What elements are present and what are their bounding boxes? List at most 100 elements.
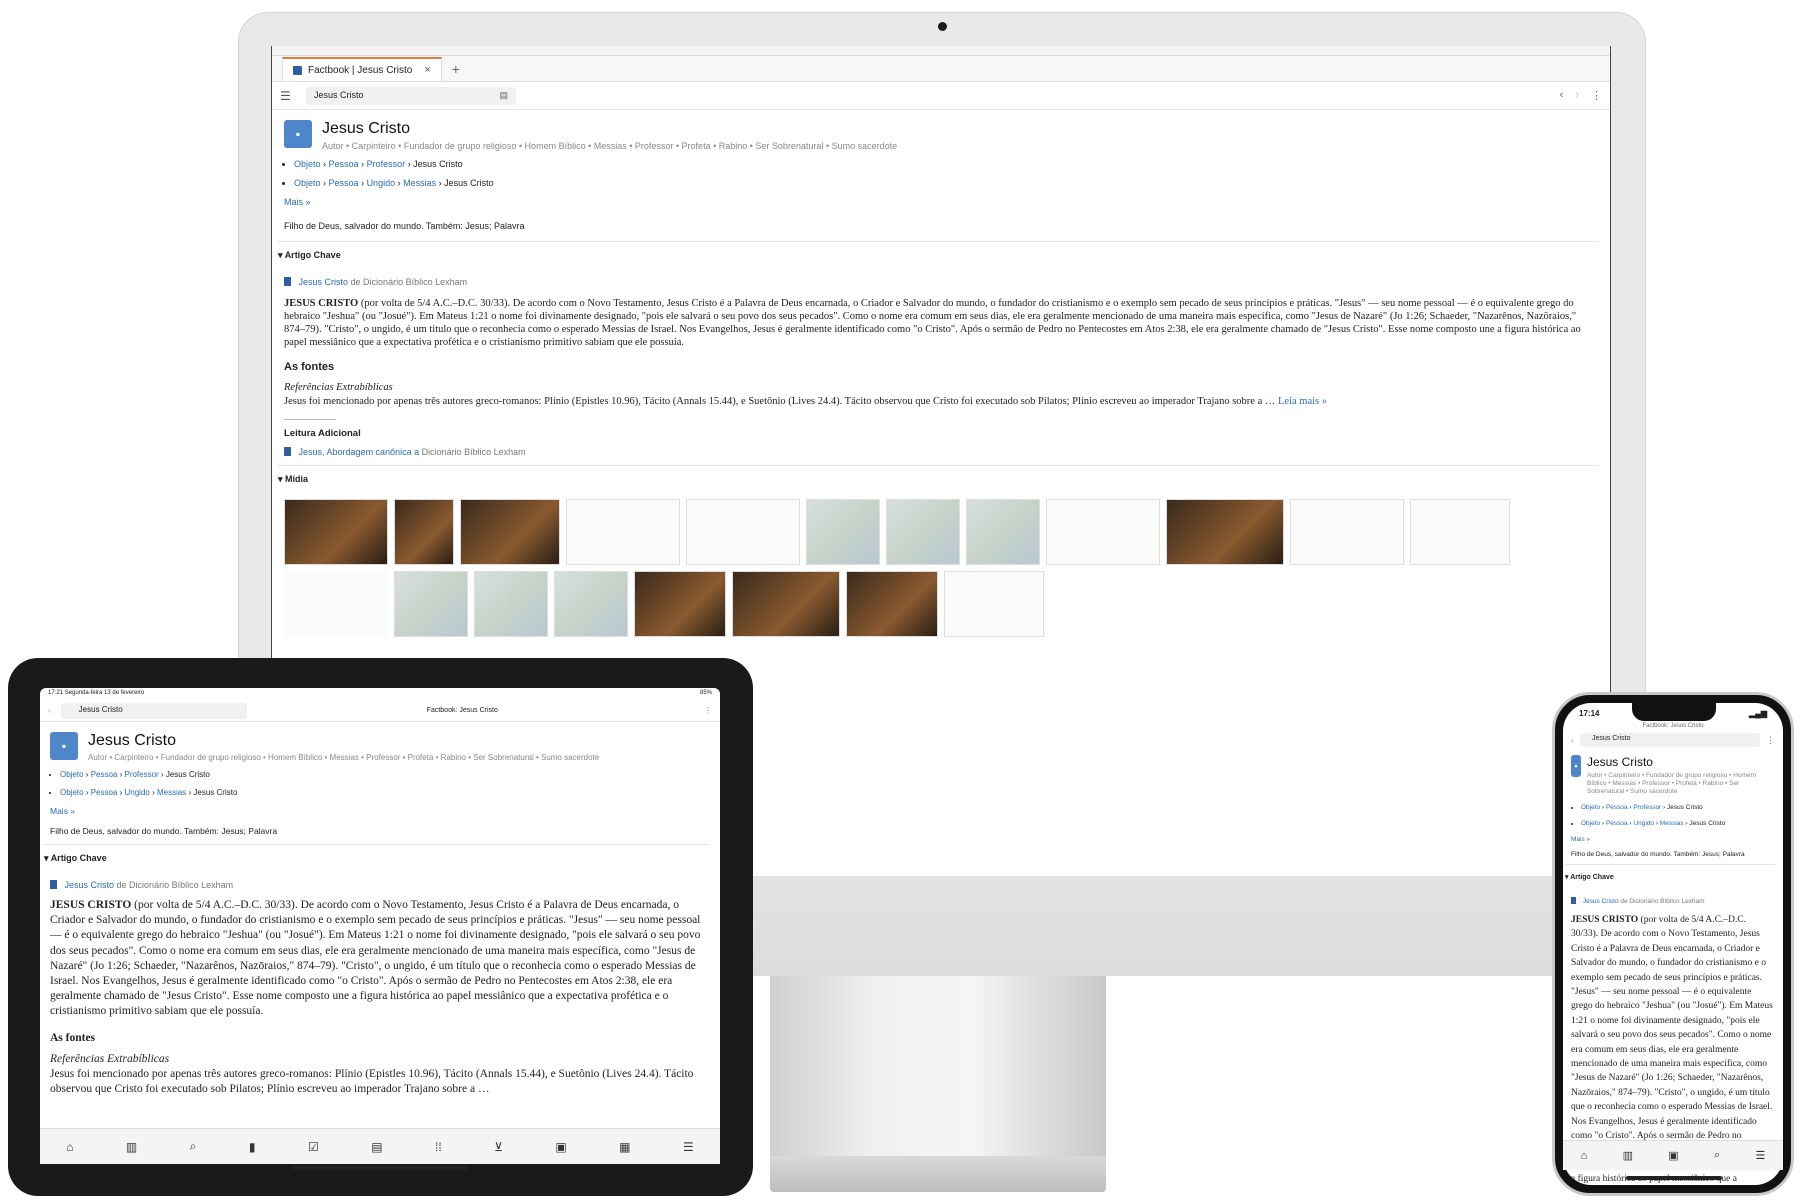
- source-link[interactable]: Jesus Cristo: [65, 880, 115, 890]
- cart-icon[interactable]: ⊻: [494, 1140, 503, 1154]
- breadcrumb-link[interactable]: Pessoa: [91, 770, 118, 779]
- media-thumbnail[interactable]: [1290, 499, 1404, 565]
- article-text: (por volta de 5/4 A.C.–D.C. 30/33). De a…: [284, 298, 1581, 348]
- source-from: de Dicionário Bíblico Lexham: [116, 880, 234, 890]
- media-thumbnail[interactable]: [806, 499, 880, 565]
- breadcrumb-link[interactable]: Ungido: [124, 788, 149, 797]
- key-article-heading[interactable]: ▾ Artigo Chave: [1565, 864, 1775, 889]
- further-link[interactable]: Jesus, Abordagem canônica a: [299, 447, 420, 457]
- media-heading[interactable]: ▾ Mídia: [278, 465, 1598, 493]
- layout-icon[interactable]: ▦: [619, 1140, 630, 1154]
- breadcrumb-link[interactable]: Pessoa: [91, 788, 118, 797]
- breadcrumb-link[interactable]: Professor: [367, 159, 406, 169]
- media-gallery-row-2: [284, 571, 1598, 637]
- more-link[interactable]: Mais »: [50, 806, 75, 816]
- breadcrumb-link[interactable]: Professor: [1633, 804, 1661, 811]
- breadcrumb-current: Jesus Cristo: [444, 178, 494, 188]
- home-icon[interactable]: ⌂: [1581, 1150, 1588, 1162]
- breadcrumb-link[interactable]: Objeto: [60, 770, 84, 779]
- layers-icon[interactable]: ▣: [1668, 1149, 1678, 1162]
- keyboard-icon[interactable]: ▤: [499, 90, 508, 102]
- breadcrumb-link[interactable]: Ungido: [1633, 820, 1654, 827]
- checkbox-icon[interactable]: ☑: [308, 1140, 319, 1154]
- new-tab-button[interactable]: +: [452, 61, 460, 77]
- media-thumbnail[interactable]: [686, 499, 800, 565]
- more-icon[interactable]: ⋮: [1766, 735, 1775, 746]
- media-thumbnail[interactable]: [474, 571, 548, 637]
- breadcrumb-link[interactable]: Objeto: [294, 159, 321, 169]
- more-icon[interactable]: ⋮: [704, 706, 712, 715]
- library-icon[interactable]: ▥: [1623, 1149, 1633, 1162]
- more-link[interactable]: Mais »: [284, 197, 311, 207]
- search-input[interactable]: Jesus Cristo: [60, 702, 247, 719]
- back-icon[interactable]: ‹: [1560, 89, 1564, 102]
- media-thumbnail[interactable]: [566, 499, 680, 565]
- menu-icon[interactable]: ☰: [280, 89, 300, 103]
- extrabiblical-heading: Referências Extrabíblicas: [284, 382, 393, 393]
- person-icon: ▪: [50, 732, 78, 760]
- source-link[interactable]: Jesus Cristo: [1583, 898, 1619, 905]
- source-link[interactable]: Jesus Cristo: [299, 277, 349, 287]
- media-thumbnail[interactable]: [394, 571, 468, 637]
- back-icon[interactable]: ‹: [48, 706, 51, 715]
- media-thumbnail[interactable]: [634, 571, 726, 637]
- document-icon[interactable]: ▤: [371, 1140, 382, 1154]
- bookmark-icon[interactable]: ▮: [249, 1140, 256, 1154]
- tab-factbook[interactable]: Factbook | Jesus Cristo ×: [282, 57, 442, 81]
- apps-icon[interactable]: ⁞⁞: [435, 1140, 442, 1154]
- home-icon[interactable]: ⌂: [66, 1140, 73, 1154]
- media-thumbnail[interactable]: [732, 571, 840, 637]
- media-thumbnail[interactable]: [944, 571, 1044, 637]
- breadcrumb-link[interactable]: Pessoa: [1606, 804, 1628, 811]
- entity-roles: Autor • Carpinteiro • Fundador de grupo …: [322, 141, 898, 151]
- breadcrumb-link[interactable]: Objeto: [60, 788, 84, 797]
- media-thumbnail[interactable]: [886, 499, 960, 565]
- menu-icon[interactable]: ☰: [1755, 1149, 1765, 1162]
- back-icon[interactable]: ‹: [1571, 735, 1574, 745]
- breadcrumb-link[interactable]: Pessoa: [329, 178, 359, 188]
- breadcrumb-link[interactable]: Objeto: [1581, 820, 1600, 827]
- breadcrumb-link[interactable]: Objeto: [294, 178, 321, 188]
- media-thumbnail[interactable]: [1166, 499, 1284, 565]
- page-title: Factbook: Jesus Cristo: [426, 707, 498, 714]
- menu-icon[interactable]: ☰: [683, 1140, 694, 1154]
- more-link[interactable]: Mais »: [1571, 836, 1590, 843]
- breadcrumb-link[interactable]: Messias: [403, 178, 436, 188]
- media-thumbnail[interactable]: [394, 499, 454, 565]
- close-icon[interactable]: ×: [424, 64, 430, 76]
- source-line: Jesus Cristo de Dicionário Bíblico Lexha…: [284, 277, 1598, 287]
- media-thumbnail[interactable]: [460, 499, 560, 565]
- search-icon[interactable]: ⌕: [190, 1139, 197, 1154]
- media-thumbnail[interactable]: [284, 571, 388, 637]
- more-icon[interactable]: ⋮: [1591, 89, 1602, 102]
- breadcrumb-link[interactable]: Professor: [124, 770, 158, 779]
- media-thumbnail[interactable]: [966, 499, 1040, 565]
- breadcrumb-link[interactable]: Ungido: [367, 178, 396, 188]
- breadcrumb-link[interactable]: Messias: [157, 788, 186, 797]
- media-thumbnail[interactable]: [1410, 499, 1510, 565]
- library-icon[interactable]: ▥: [126, 1140, 137, 1154]
- media-thumbnail[interactable]: [284, 499, 388, 565]
- breadcrumb-link[interactable]: Pessoa: [1606, 820, 1628, 827]
- read-more-link[interactable]: Leia mais »: [1278, 396, 1327, 407]
- tab-bar: Factbook | Jesus Cristo × +: [272, 56, 1610, 82]
- media-thumbnail[interactable]: [1046, 499, 1160, 565]
- breadcrumb-1: Objeto › Pessoa › Professor › Jesus Cris…: [60, 770, 710, 779]
- key-article-heading[interactable]: ▾ Artigo Chave: [278, 241, 1598, 269]
- breadcrumb-link[interactable]: Pessoa: [329, 159, 359, 169]
- layers-icon[interactable]: ▣: [555, 1140, 566, 1154]
- monitor-stand: [770, 976, 1106, 1156]
- media-thumbnail[interactable]: [554, 571, 628, 637]
- sources-block: Referências Extrabíblicas Jesus foi menc…: [284, 381, 1598, 409]
- book-icon: [1571, 897, 1576, 904]
- breadcrumb-link[interactable]: Objeto: [1581, 804, 1600, 811]
- search-input[interactable]: Jesus Cristo ▤: [306, 86, 516, 105]
- search-icon[interactable]: ⌕: [1714, 1149, 1720, 1162]
- media-thumbnail[interactable]: [846, 571, 938, 637]
- tablet-nav-bar: ‹ Jesus Cristo Factbook: Jesus Cristo ⋮: [40, 700, 720, 722]
- person-icon: ▪: [284, 120, 312, 148]
- forward-icon[interactable]: ›: [1575, 89, 1579, 102]
- breadcrumb-link[interactable]: Messias: [1660, 820, 1684, 827]
- search-input[interactable]: Jesus Cristo: [1580, 733, 1760, 747]
- key-article-heading[interactable]: ▾ Artigo Chave: [44, 844, 710, 872]
